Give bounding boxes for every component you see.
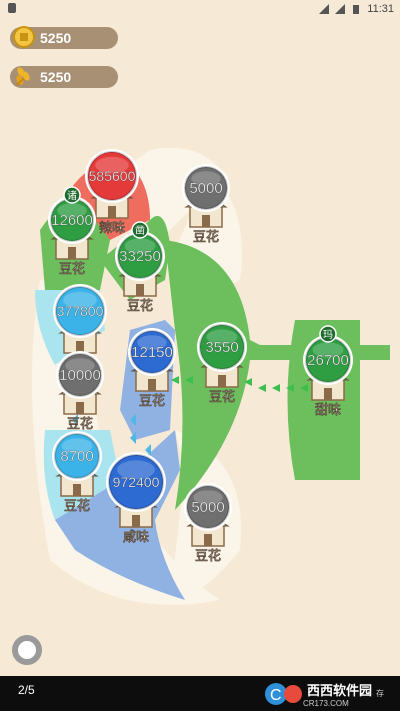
node-value: 8700 <box>60 448 93 465</box>
owner-tag: 玛 <box>323 329 333 341</box>
node-label: 豆花 <box>127 298 153 313</box>
node-value: 5000 <box>191 499 224 516</box>
node-value: 12600 <box>51 212 93 229</box>
node-label: 豆花 <box>67 416 93 431</box>
node-value: 5000 <box>189 180 222 197</box>
menu-button[interactable] <box>12 635 42 665</box>
node-value: 972400 <box>113 474 160 490</box>
node-label: 甜味 <box>315 402 341 417</box>
node-value: 33250 <box>119 248 161 265</box>
node-label: 豆花 <box>139 393 165 408</box>
watermark-url: CR173.COM <box>302 698 349 708</box>
watermark-logo: C <box>264 682 302 705</box>
node-label: 豆花 <box>59 261 85 276</box>
node-label: 咸味 <box>123 529 149 544</box>
page-indicator: 2/5 <box>18 683 35 697</box>
owner-tag: 诸 <box>67 190 77 202</box>
node-label: 豆花 <box>209 389 235 404</box>
node-value: 377800 <box>57 303 104 319</box>
node-value: 585600 <box>89 168 136 184</box>
node-value: 10000 <box>59 367 101 384</box>
node-label: 豆花 <box>64 498 90 513</box>
svg-text:C: C <box>270 687 282 704</box>
node-label: 豆花 <box>193 229 219 244</box>
bottom-bar: 2/5 C 西西软件园 CR173.COM 存 <box>0 676 400 711</box>
node-label: 辣味 <box>99 220 125 235</box>
node-value: 12150 <box>131 344 173 361</box>
owner-tag: 凿 <box>135 224 145 237</box>
node-value: 3550 <box>205 339 238 356</box>
watermark-extra: 存 <box>376 689 384 698</box>
watermark-brand: 西西软件园 <box>306 682 372 698</box>
game-map[interactable]: 585600辣味12600诸豆花33250凿豆花5000豆花3778001215… <box>0 0 400 676</box>
node-value: 26700 <box>307 352 349 369</box>
node-label: 豆花 <box>195 548 221 563</box>
watermark: C 西西软件园 CR173.COM 存 <box>263 676 384 711</box>
